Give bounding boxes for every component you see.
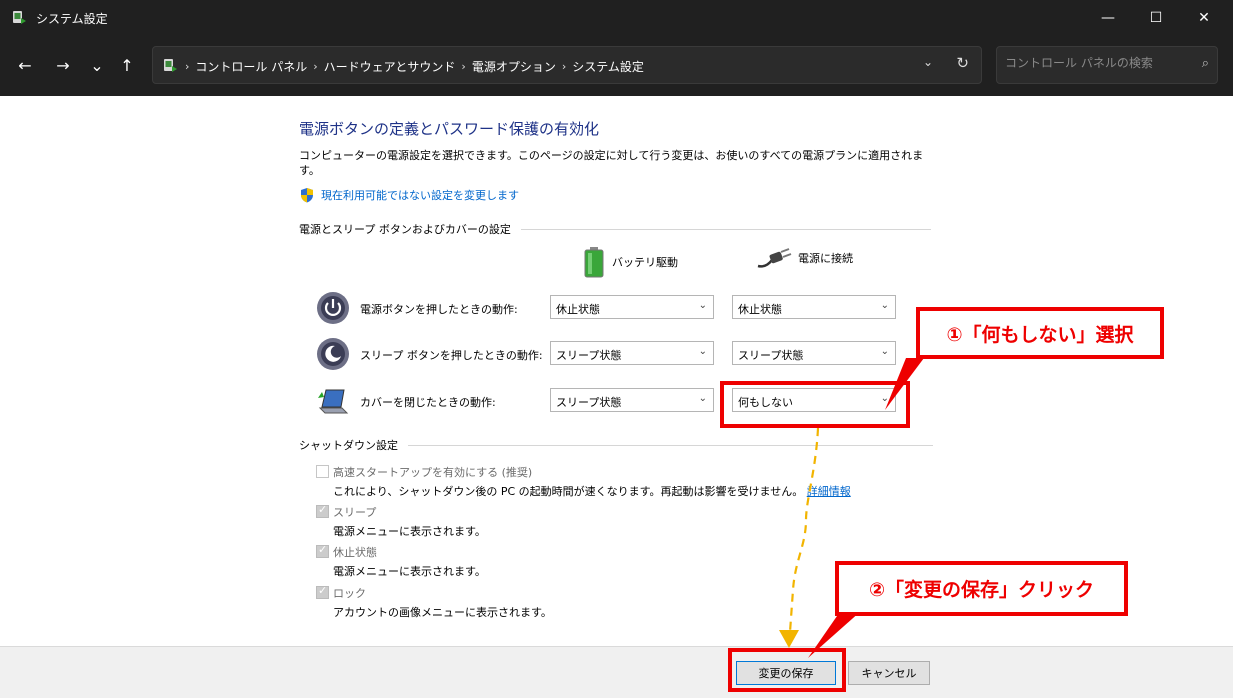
callout-step1: ①「何もしない」選択 — [916, 307, 1164, 359]
arrow-head-icon — [779, 630, 799, 648]
highlight-save-button — [728, 648, 846, 692]
callout-step2: ②「変更の保存」クリック — [835, 561, 1128, 616]
dashed-arrow-path — [788, 427, 820, 633]
highlight-lid-plugged-select — [720, 381, 910, 428]
